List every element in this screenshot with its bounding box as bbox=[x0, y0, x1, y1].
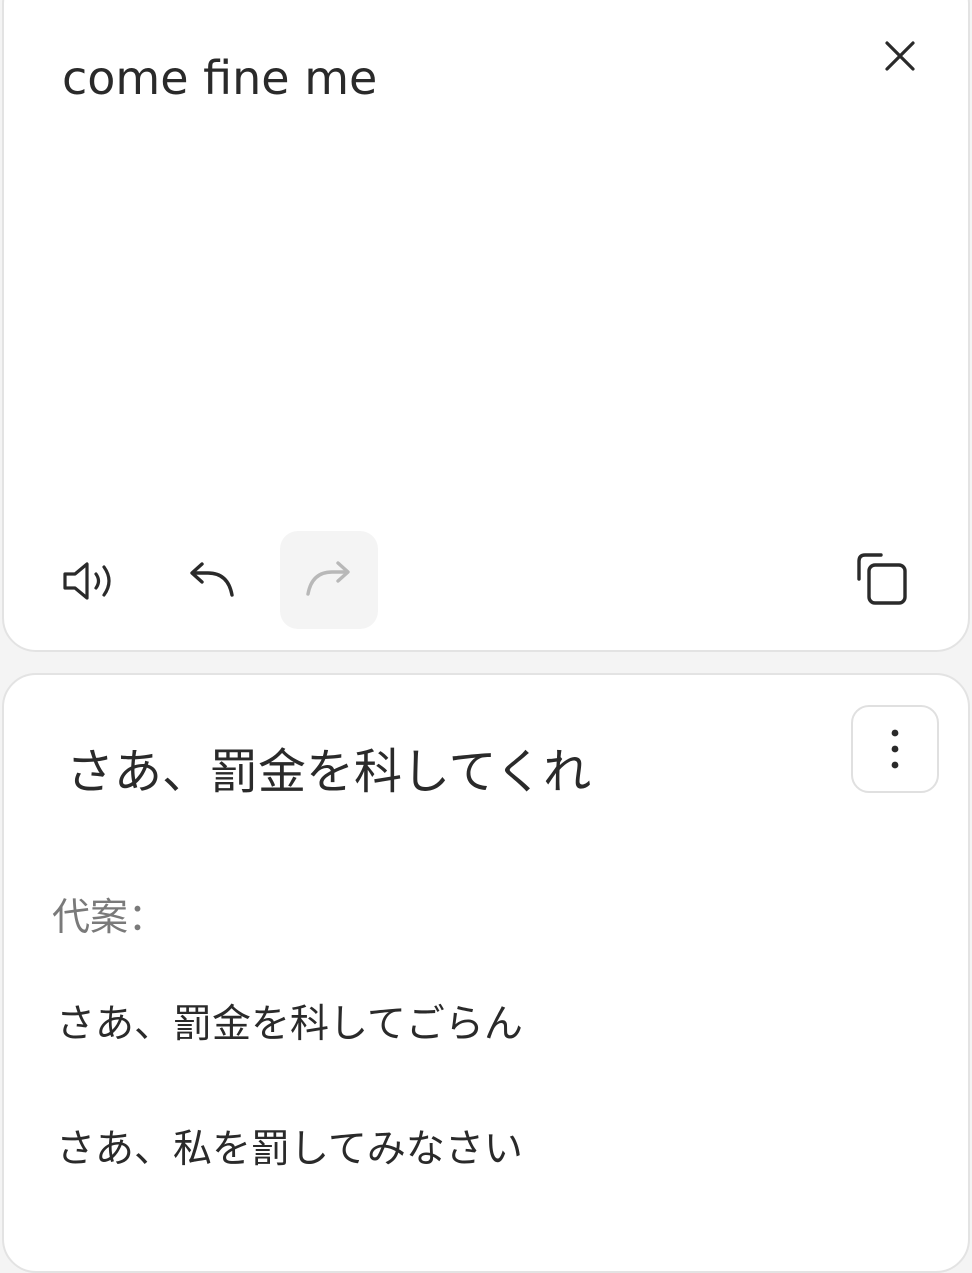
source-text-input[interactable]: come fine me bbox=[62, 48, 377, 108]
translation-text: さあ、罰金を科してくれ bbox=[66, 744, 592, 800]
alternative-translation[interactable]: さあ、罰金を科してごらん bbox=[56, 997, 523, 1053]
redo-icon bbox=[306, 561, 350, 596]
copy-button[interactable] bbox=[846, 544, 916, 614]
speaker-icon bbox=[63, 562, 111, 600]
listen-button[interactable] bbox=[56, 548, 126, 614]
undo-button[interactable] bbox=[176, 548, 246, 614]
copy-icon bbox=[857, 553, 907, 605]
more-vertical-icon bbox=[891, 729, 899, 769]
redo-button[interactable] bbox=[280, 531, 378, 629]
alternative-translation[interactable]: さあ、私を罰してみなさい bbox=[56, 1122, 523, 1178]
undo-icon bbox=[190, 562, 234, 597]
clear-button[interactable] bbox=[872, 28, 928, 84]
alternatives-label: 代案： bbox=[52, 895, 167, 939]
close-icon bbox=[885, 41, 915, 71]
more-options-button[interactable] bbox=[851, 705, 939, 793]
